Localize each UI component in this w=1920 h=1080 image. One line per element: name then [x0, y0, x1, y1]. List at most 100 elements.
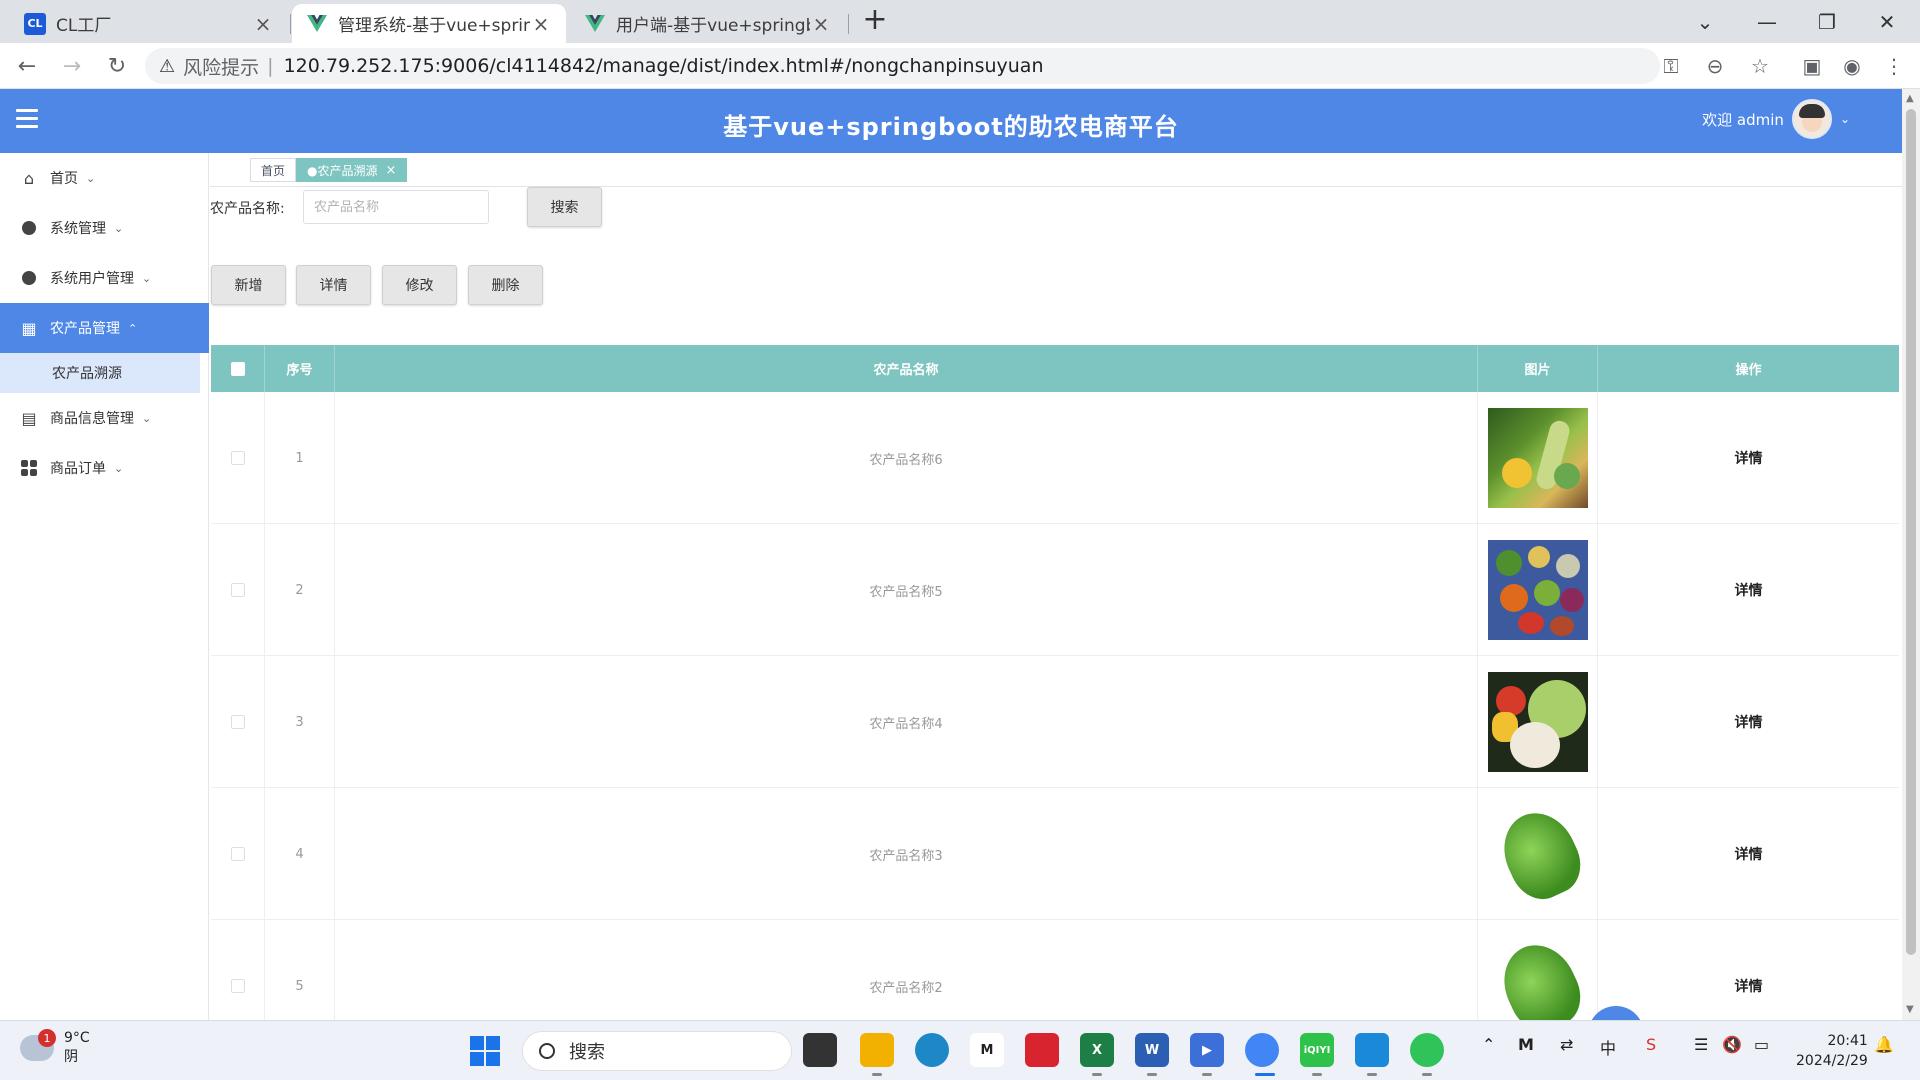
system-clock[interactable]: 20:41 2024/2/29: [1796, 1031, 1868, 1071]
word-icon[interactable]: W: [1135, 1033, 1169, 1067]
profile-icon[interactable]: ◉: [1835, 49, 1869, 83]
page-scrollbar[interactable]: ▲ ▼: [1902, 89, 1920, 1020]
address-bar[interactable]: ⚠ 风险提示 | 120.79.252.175:9006/cl4114842/m…: [145, 48, 1660, 84]
apps-icon: [20, 459, 38, 477]
select-all-checkbox[interactable]: [230, 361, 245, 376]
star-icon[interactable]: ☆: [1743, 49, 1777, 83]
windows-start-icon[interactable]: [470, 1036, 500, 1066]
row-index: 3: [265, 656, 335, 788]
show-hidden-icons-chevron-icon[interactable]: ⌃: [1482, 1035, 1495, 1054]
sidebar-item-system[interactable]: 系统管理 ⌄: [0, 203, 209, 253]
chrome-icon[interactable]: [1245, 1033, 1279, 1067]
edit-button[interactable]: 修改: [382, 265, 457, 305]
browser-tab-admin[interactable]: 管理系统-基于vue+springbo ×: [292, 4, 566, 43]
scroll-down-arrow-icon[interactable]: ▼: [1906, 1004, 1914, 1015]
row-detail-link[interactable]: 详情: [1735, 580, 1763, 600]
back-arrow-icon[interactable]: ←: [10, 49, 44, 83]
file-explorer-icon[interactable]: [860, 1033, 894, 1067]
minimize-icon[interactable]: —: [1737, 0, 1797, 43]
url-text[interactable]: 120.79.252.175:9006/cl4114842/manage/dis…: [284, 55, 1044, 77]
tab-search-chevron-icon[interactable]: ⌄: [1675, 0, 1735, 43]
close-icon[interactable]: ×: [810, 12, 832, 36]
photos-app-icon[interactable]: [1355, 1033, 1389, 1067]
row-action-cell: 详情: [1598, 656, 1899, 788]
forward-arrow-icon[interactable]: →: [55, 49, 89, 83]
scrollbar-thumb[interactable]: [1906, 109, 1916, 955]
wps-tray-icon[interactable]: S: [1646, 1035, 1656, 1054]
wifi-icon[interactable]: ☰: [1694, 1035, 1708, 1054]
mind-app-icon[interactable]: M: [970, 1033, 1004, 1067]
table-row[interactable]: 4 农产品名称3 详情: [211, 788, 1899, 920]
scroll-up-arrow-icon[interactable]: ▲: [1906, 93, 1914, 104]
row-checkbox[interactable]: [230, 847, 245, 861]
huawei-store-icon[interactable]: [1025, 1033, 1059, 1067]
restore-icon[interactable]: ❐: [1797, 0, 1857, 43]
vegetable-assortment-image[interactable]: [1487, 408, 1588, 508]
browser-tab-user[interactable]: 用户端-基于vue+springboot ×: [570, 4, 846, 43]
vue-logo-icon: [584, 13, 606, 35]
row-detail-link[interactable]: 详情: [1735, 712, 1763, 732]
sidebar-item-orders[interactable]: 商品订单 ⌄: [0, 443, 209, 493]
sidebar-subitem-traceability[interactable]: 农产品溯源: [0, 353, 200, 393]
wechat-icon[interactable]: [1410, 1033, 1444, 1067]
sidebar-item-system-users[interactable]: 系统用户管理 ⌄: [0, 253, 209, 303]
iqiyi-icon[interactable]: iQIYI: [1300, 1033, 1334, 1067]
tag-home[interactable]: 首页: [250, 158, 297, 182]
table-row[interactable]: 1 农产品名称6 详情: [211, 392, 1899, 524]
volume-muted-icon[interactable]: 🔇: [1722, 1035, 1742, 1054]
taskbar-indicator: [1092, 1073, 1102, 1076]
lettuce-image[interactable]: [1487, 804, 1588, 904]
row-detail-link[interactable]: 详情: [1735, 844, 1763, 864]
mind-tray-icon[interactable]: M: [1518, 1035, 1534, 1054]
row-index: 5: [265, 920, 335, 1020]
close-icon[interactable]: ×: [252, 12, 274, 36]
close-icon[interactable]: ×: [530, 12, 552, 36]
colorful-vegetables-image[interactable]: [1487, 540, 1588, 640]
table-row[interactable]: 2 农产品名称5 详情: [211, 524, 1899, 656]
add-button[interactable]: 新增: [211, 265, 286, 305]
search-input[interactable]: [303, 190, 489, 224]
avatar[interactable]: [1791, 99, 1832, 139]
row-checkbox[interactable]: [230, 715, 245, 729]
security-warning-label[interactable]: 风险提示: [183, 53, 259, 80]
reload-icon[interactable]: ↻: [100, 49, 134, 83]
taskbar-indicator: [1367, 1073, 1377, 1076]
window-close-icon[interactable]: ✕: [1857, 0, 1917, 43]
zoom-out-icon[interactable]: ⊖: [1698, 49, 1732, 83]
sidebar-item-goods-info[interactable]: ▤ 商品信息管理 ⌄: [0, 393, 209, 443]
weather-widget[interactable]: 1 9°C 阴: [20, 1029, 90, 1067]
delete-button[interactable]: 删除: [468, 265, 543, 305]
sidepanel-icon[interactable]: ▣: [1795, 49, 1829, 83]
notification-bell-icon[interactable]: 🔔: [1874, 1035, 1894, 1054]
settings-tray-icon[interactable]: ⇄: [1560, 1035, 1573, 1054]
input-method-icon[interactable]: 中: [1600, 1035, 1616, 1059]
sidebar-item-products[interactable]: ▦ 农产品管理 ⌃: [0, 303, 209, 353]
user-menu[interactable]: 欢迎 admin ⌄: [1702, 99, 1850, 139]
excel-icon[interactable]: X: [1080, 1033, 1114, 1067]
lettuce-image[interactable]: [1487, 936, 1588, 1020]
tag-traceability[interactable]: ●农产品溯源 ×: [296, 158, 408, 182]
table-row[interactable]: 5 农产品名称2 详情: [211, 920, 1899, 1020]
cl-logo-icon: CL: [24, 12, 46, 35]
row-checkbox[interactable]: [230, 979, 245, 993]
taskbar-search[interactable]: 搜索: [522, 1031, 792, 1071]
table-row[interactable]: 3 农产品名称4 详情: [211, 656, 1899, 788]
task-view-icon[interactable]: [803, 1033, 837, 1067]
browser-tab-cl[interactable]: CL CL工厂 ×: [10, 4, 288, 43]
battery-icon[interactable]: ▭: [1754, 1035, 1769, 1054]
edge-browser-icon[interactable]: [915, 1033, 949, 1067]
row-checkbox[interactable]: [230, 451, 245, 465]
cauliflower-cabbage-image[interactable]: [1487, 672, 1588, 772]
sidebar-item-home[interactable]: ⌂ 首页 ⌄: [0, 153, 209, 203]
detail-button[interactable]: 详情: [296, 265, 371, 305]
row-detail-link[interactable]: 详情: [1735, 448, 1763, 468]
key-icon[interactable]: ⚿: [1654, 49, 1688, 83]
menu-dots-icon[interactable]: ⋮: [1877, 49, 1911, 83]
close-icon[interactable]: ×: [385, 163, 396, 178]
media-player-icon[interactable]: ▶: [1190, 1033, 1224, 1067]
chevron-down-icon[interactable]: ⌄: [1840, 112, 1850, 126]
row-detail-link[interactable]: 详情: [1735, 976, 1763, 996]
search-button[interactable]: 搜索: [527, 187, 602, 227]
row-checkbox[interactable]: [230, 583, 245, 597]
new-tab-button[interactable]: +: [860, 5, 890, 36]
